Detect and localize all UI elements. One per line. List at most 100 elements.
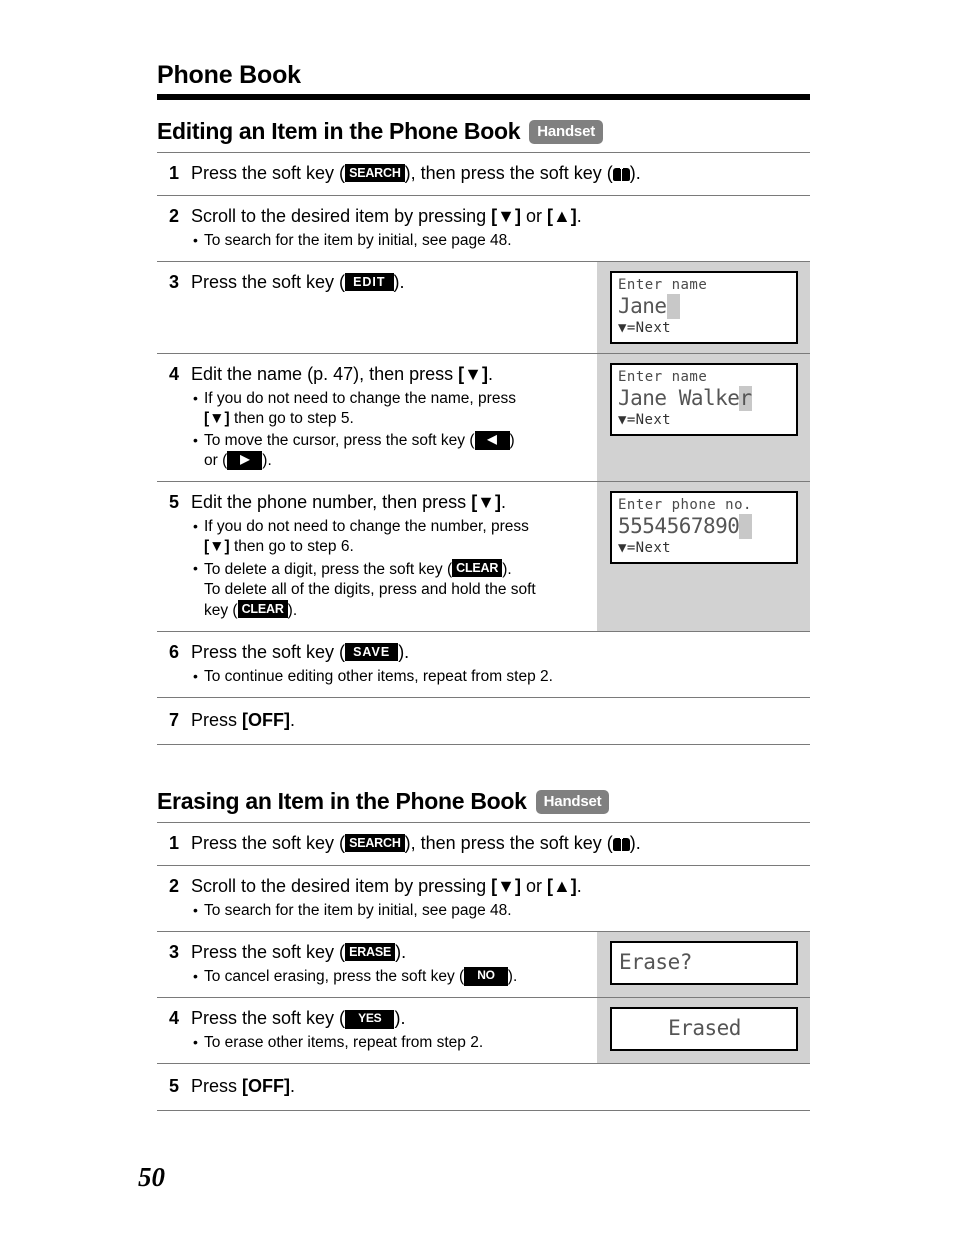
- lcd-screen: Erase?: [610, 941, 798, 985]
- step-text-part: .: [576, 876, 582, 896]
- step-text-part: .: [501, 492, 507, 512]
- key-down[interactable]: [▼]: [204, 538, 230, 555]
- step-text-part: .: [576, 206, 582, 226]
- softkey-no[interactable]: NO: [464, 967, 508, 986]
- step-number: 7: [169, 710, 180, 730]
- step-list: 1 Press the soft key (SEARCH), then pres…: [157, 152, 810, 745]
- lcd-title: Enter name: [618, 369, 708, 385]
- step-number: 2: [169, 876, 180, 896]
- step-number: 5: [169, 492, 180, 512]
- softkey-erase[interactable]: ERASE: [345, 943, 396, 961]
- lcd-panel: Enter phone no. 5554567890 ▼=Next: [597, 482, 810, 631]
- lcd-cursor: r: [739, 386, 752, 411]
- bullet-item: If you do not need to change the number,…: [191, 516, 589, 557]
- step-text-part: Edit the phone number, then press: [191, 492, 472, 512]
- step-body: 4 Edit the name (p. 47), then press [▼].…: [157, 354, 597, 481]
- step-line: Press [OFF].: [191, 1075, 802, 1098]
- step-number: 3: [169, 942, 180, 962]
- step-body: 6 Press the soft key (SAVE). To continue…: [157, 632, 810, 697]
- phonebook-icon[interactable]: [612, 838, 630, 851]
- section-header: Erasing an Item in the Phone Book Handse…: [157, 788, 810, 822]
- step-number: 6: [169, 642, 180, 662]
- lcd-screen: Enter phone no. 5554567890 ▼=Next: [610, 491, 798, 564]
- step-text: Press the soft key (SAVE). To continue e…: [191, 641, 802, 687]
- bullet-item: If you do not need to change the name, p…: [191, 388, 589, 429]
- step-row: 5 Edit the phone number, then press [▼].…: [157, 482, 810, 632]
- running-head-title: Phone Book: [157, 61, 301, 89]
- step-body: 2 Scroll to the desired item by pressing…: [157, 866, 810, 931]
- lcd-panel: Enter name Jane Walker ▼=Next: [597, 354, 810, 481]
- key-up[interactable]: [▲]: [547, 206, 577, 226]
- key-down[interactable]: [▼]: [204, 410, 230, 427]
- step-text-part: ), then press the soft key (: [404, 833, 613, 853]
- bullet-item: To cancel erasing, press the soft key (N…: [191, 966, 589, 987]
- step-text: Press [OFF].: [191, 1075, 802, 1098]
- softkey-save[interactable]: SAVE: [345, 643, 399, 661]
- section-title: Erasing an Item in the Phone Book: [157, 788, 527, 814]
- step-text: Edit the name (p. 47), then press [▼]. I…: [191, 363, 589, 471]
- lcd-footer: ▼=Next: [618, 540, 671, 556]
- bullet-item: To erase other items, repeat from step 2…: [191, 1032, 589, 1053]
- step-bullets: To continue editing other items, repeat …: [191, 666, 802, 687]
- step-bullets: To erase other items, repeat from step 2…: [191, 1032, 589, 1053]
- lcd-title: Enter name: [618, 277, 708, 293]
- step-text-part: .: [487, 364, 493, 384]
- lcd-entry-text: Jane: [618, 294, 667, 318]
- bullet-item: To search for the item by initial, see p…: [191, 230, 802, 251]
- step-body: 5 Edit the phone number, then press [▼].…: [157, 482, 597, 631]
- key-down[interactable]: [▼]: [491, 876, 521, 896]
- step-text-part: Press the soft key (: [191, 642, 346, 662]
- section-editing-item: Editing an Item in the Phone Book Handse…: [157, 118, 810, 745]
- lcd-cursor: [739, 514, 753, 539]
- step-row: 2 Scroll to the desired item by pressing…: [157, 196, 810, 262]
- lcd-panel: Erased: [597, 998, 810, 1063]
- step-text: Scroll to the desired item by pressing […: [191, 875, 802, 921]
- softkey-search[interactable]: SEARCH: [345, 834, 405, 852]
- softkey-cursor-right[interactable]: ▶: [227, 451, 263, 470]
- step-number: 3: [169, 272, 180, 292]
- step-text-part: .: [290, 1076, 296, 1096]
- key-off[interactable]: [OFF]: [242, 710, 290, 730]
- key-off[interactable]: [OFF]: [242, 1076, 290, 1096]
- step-row: 4 Edit the name (p. 47), then press [▼].…: [157, 354, 810, 482]
- step-body: 1 Press the soft key (SEARCH), then pres…: [157, 823, 810, 865]
- bullet-item: To search for the item by initial, see p…: [191, 900, 802, 921]
- step-number: 2: [169, 206, 180, 226]
- key-down[interactable]: [▼]: [471, 492, 501, 512]
- softkey-yes[interactable]: YES: [345, 1010, 395, 1029]
- step-text: Press the soft key (YES). To erase other…: [191, 1007, 589, 1053]
- step-body: 5 Press [OFF].: [157, 1064, 810, 1110]
- lcd-entry: Erase?: [619, 950, 692, 974]
- step-row: 2 Scroll to the desired item by pressing…: [157, 866, 810, 932]
- step-row: 1 Press the soft key (SEARCH), then pres…: [157, 153, 810, 196]
- step-line: Press the soft key (ERASE).: [191, 941, 589, 964]
- softkey-cursor-left[interactable]: ◀: [474, 431, 510, 450]
- softkey-search[interactable]: SEARCH: [345, 164, 405, 182]
- key-down[interactable]: [▼]: [458, 364, 488, 384]
- key-up[interactable]: [▲]: [547, 876, 577, 896]
- step-text-part: or: [520, 206, 547, 226]
- step-body: 3 Press the soft key (EDIT).: [157, 262, 597, 353]
- phonebook-icon[interactable]: [612, 168, 630, 181]
- step-text: Press the soft key (ERASE). To cancel er…: [191, 941, 589, 987]
- bullet-item: To move the cursor, press the soft key (…: [191, 430, 589, 471]
- step-line: Press the soft key (SEARCH), then press …: [191, 832, 802, 855]
- step-line: Press the soft key (SAVE).: [191, 641, 802, 664]
- step-text: Press the soft key (SEARCH), then press …: [191, 162, 802, 185]
- step-text-part: or: [520, 876, 547, 896]
- step-text-part: Press the soft key (: [191, 272, 346, 292]
- step-row: 4 Press the soft key (YES). To erase oth…: [157, 998, 810, 1064]
- softkey-clear[interactable]: CLEAR: [237, 600, 288, 618]
- step-body: 2 Scroll to the desired item by pressing…: [157, 196, 810, 261]
- key-down[interactable]: [▼]: [491, 206, 521, 226]
- lcd-entry-text: Jane Walke: [618, 386, 740, 410]
- step-text-part: Scroll to the desired item by pressing: [191, 206, 492, 226]
- step-line: Edit the name (p. 47), then press [▼].: [191, 363, 589, 386]
- softkey-clear[interactable]: CLEAR: [452, 559, 503, 577]
- lcd-entry: Jane Walker: [618, 386, 791, 411]
- softkey-edit[interactable]: EDIT: [345, 273, 394, 291]
- lcd-screen: Enter name Jane Walker ▼=Next: [610, 363, 798, 436]
- step-text: Press the soft key (SEARCH), then press …: [191, 832, 802, 855]
- section-erasing-item: Erasing an Item in the Phone Book Handse…: [157, 788, 810, 1111]
- step-bullets: To search for the item by initial, see p…: [191, 230, 802, 251]
